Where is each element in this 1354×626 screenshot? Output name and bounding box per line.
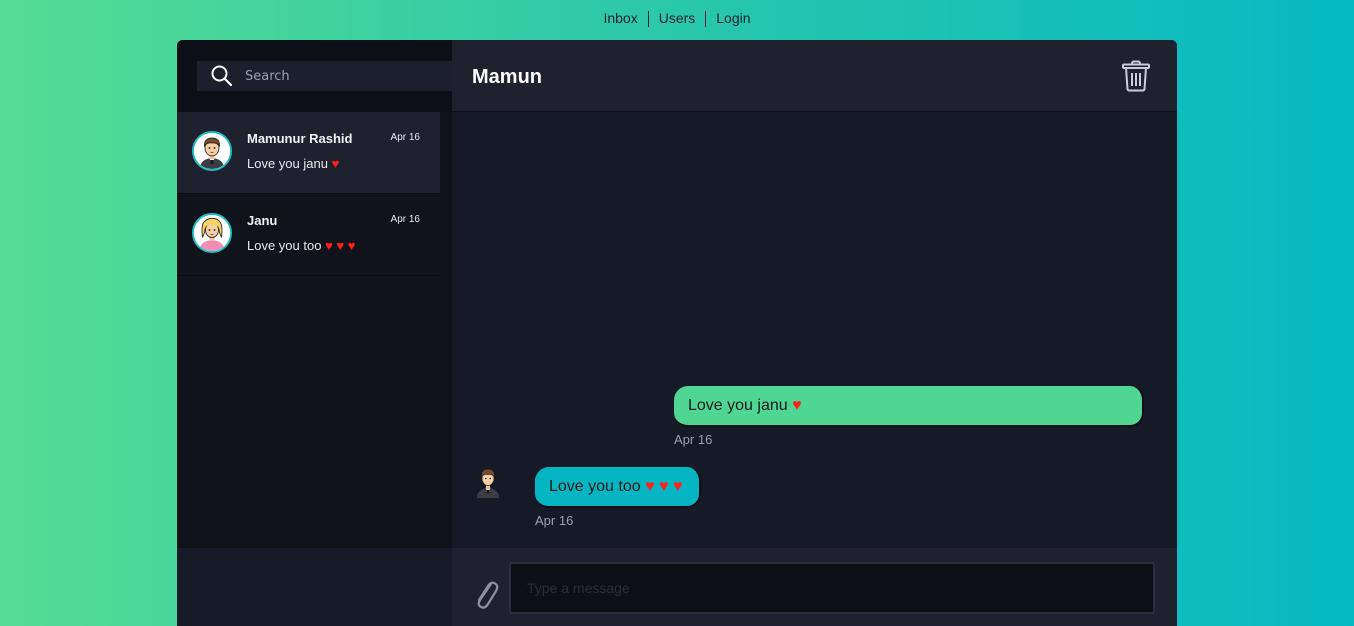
trash-icon	[1122, 60, 1150, 92]
message-composer	[452, 548, 1177, 626]
search-input[interactable]	[245, 68, 445, 84]
avatar	[475, 466, 501, 498]
message-date: Apr 16	[535, 513, 574, 528]
heart-icon: ♥ ♥ ♥	[645, 477, 683, 495]
search-bar	[177, 40, 457, 112]
conversation-date: Apr 16	[390, 132, 420, 143]
male-avatar-icon	[477, 468, 499, 498]
message-date: Apr 16	[674, 432, 713, 447]
nav-inbox-link[interactable]: Inbox	[593, 10, 647, 27]
preview-text: Love you too	[247, 238, 322, 253]
conversation-preview: Love you janu ♥	[247, 156, 339, 171]
conversation-name: Mamunur Rashid	[247, 131, 353, 146]
nav-users-link[interactable]: Users	[649, 10, 706, 27]
search-icon	[210, 64, 234, 88]
received-message-bubble: Love you too ♥ ♥ ♥	[535, 467, 701, 508]
male-avatar-icon	[194, 133, 230, 169]
conversation-date: Apr 16	[390, 214, 420, 225]
conversation-list: Mamunur Rashid Apr 16 Love you janu ♥ Ja…	[177, 112, 440, 276]
search-box[interactable]	[197, 61, 457, 91]
sent-message-bubble: Love you janu ♥	[674, 386, 1144, 427]
conversation-item-mamunur-rashid[interactable]: Mamunur Rashid Apr 16 Love you janu ♥	[177, 112, 440, 194]
delete-conversation-button[interactable]	[1121, 60, 1151, 92]
chat-title: Mamun	[472, 66, 542, 88]
conversation-sidebar: Mamunur Rashid Apr 16 Love you janu ♥	[177, 40, 457, 626]
paperclip-icon	[477, 581, 499, 609]
heart-icon: ♥	[792, 396, 802, 414]
avatar	[192, 131, 232, 171]
chat-header: Mamun	[452, 40, 1177, 112]
chat-panel: Mamun Love you janu ♥ Apr 16 Love you to…	[452, 40, 1177, 626]
message-text: Love you janu	[688, 396, 788, 414]
heart-icon: ♥	[331, 156, 340, 171]
avatar	[192, 213, 232, 253]
sidebar-footer	[177, 548, 452, 626]
attach-button[interactable]	[472, 578, 500, 612]
conversation-item-janu[interactable]: Janu Apr 16 Love you too ♥ ♥ ♥	[177, 194, 440, 276]
heart-icon: ♥ ♥ ♥	[325, 238, 356, 253]
female-avatar-icon	[194, 215, 230, 251]
preview-text: Love you janu	[247, 156, 328, 171]
top-nav: Inbox Users Login	[0, 10, 1354, 27]
chat-app: Mamunur Rashid Apr 16 Love you janu ♥	[177, 40, 1177, 626]
message-input[interactable]	[509, 562, 1155, 614]
conversation-preview: Love you too ♥ ♥ ♥	[247, 238, 355, 253]
nav-login-link[interactable]: Login	[706, 10, 760, 27]
conversation-name: Janu	[247, 213, 278, 228]
message-text: Love you too	[549, 477, 641, 495]
